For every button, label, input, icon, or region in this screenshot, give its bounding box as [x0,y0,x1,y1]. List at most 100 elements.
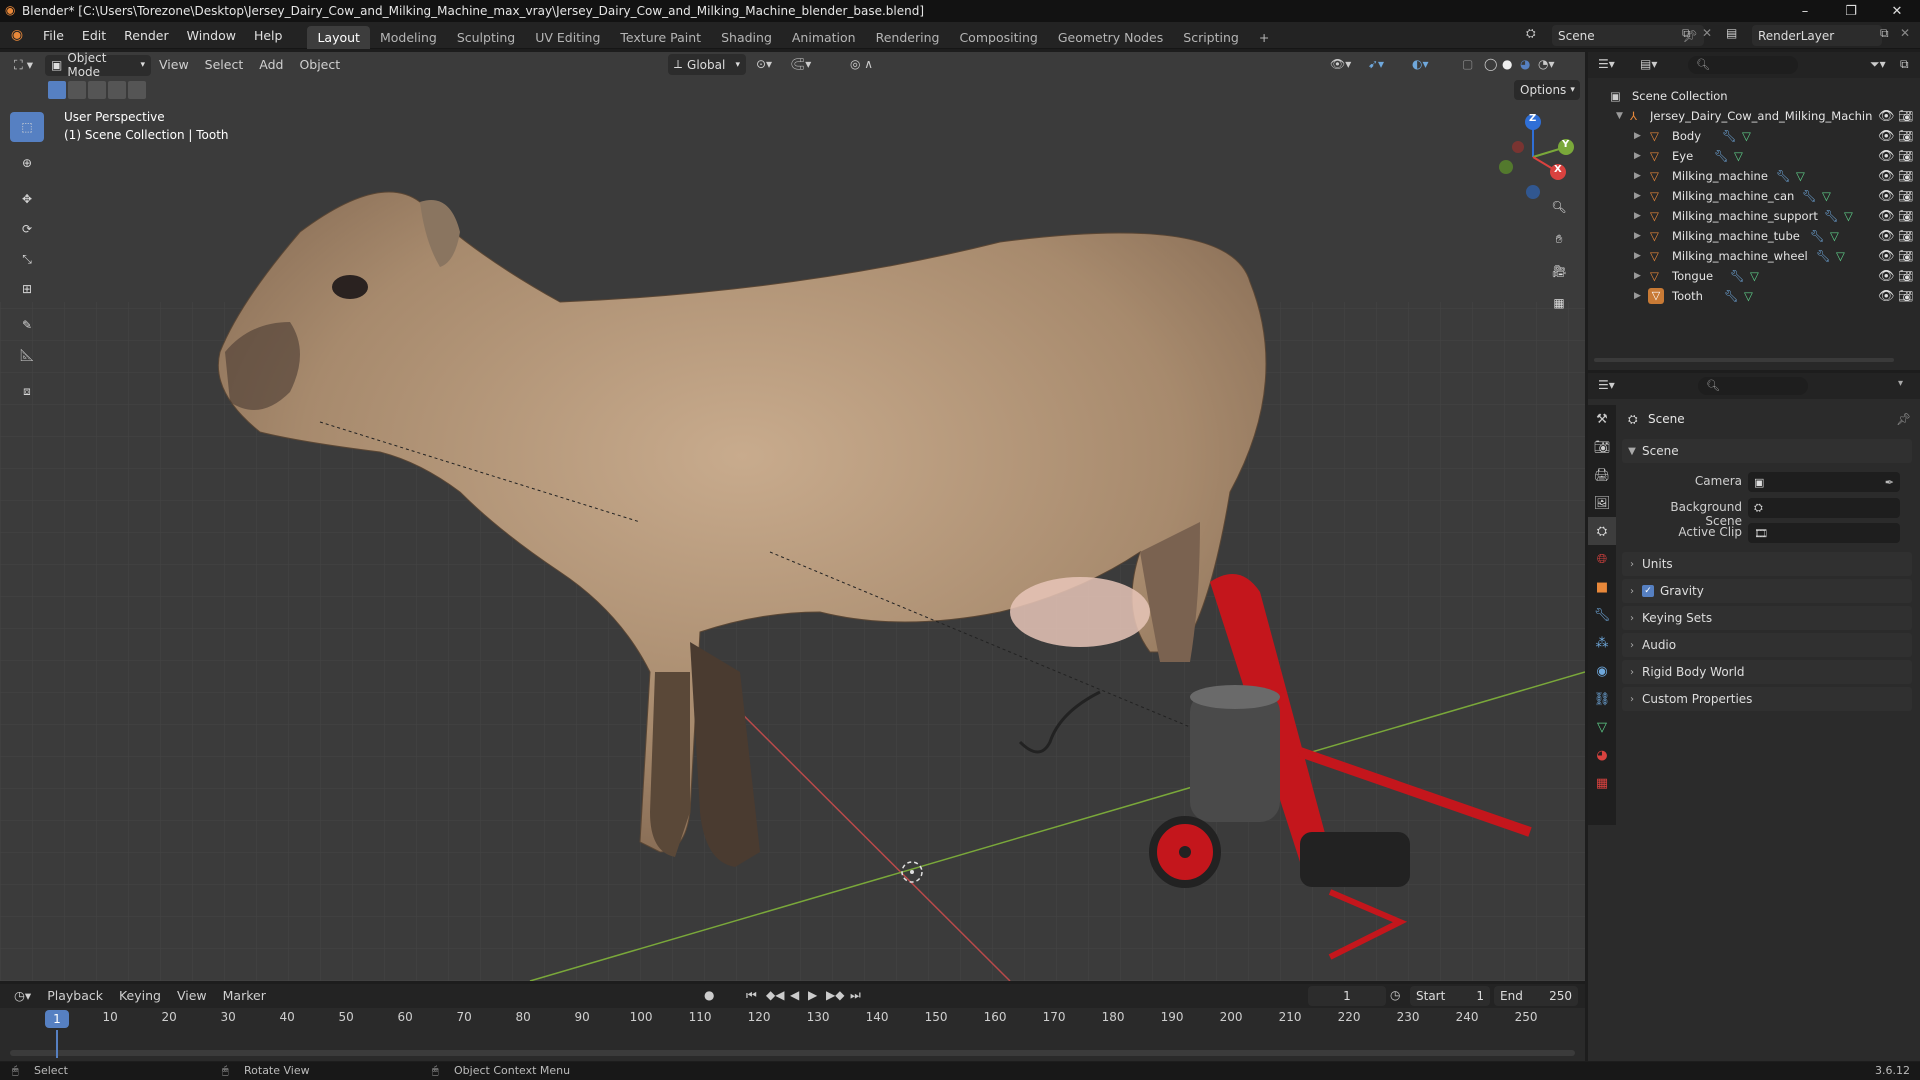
jump-end-icon[interactable]: ⏭ [850,988,861,1003]
menu-render[interactable]: Render [115,22,178,49]
outliner-row-object-active[interactable]: ▶ ▽ Tooth 🔧︎ ▽ 👁︎ 📷︎ [1588,286,1920,306]
tab-particles-icon[interactable]: ⁂ [1588,629,1616,657]
expand-arrow-icon[interactable]: ▶ [1634,151,1641,161]
select-box-tool[interactable]: ⬚ [10,112,44,142]
menu-help[interactable]: Help [245,22,292,49]
modifier-wrench-icon[interactable]: 🔧︎ [1816,249,1831,263]
render-camera-icon[interactable]: 📷︎ [1898,149,1913,163]
visibility-eye-icon[interactable]: 👁︎ [1878,209,1895,224]
expand-arrow-icon[interactable]: ▶ [1634,191,1641,201]
tab-layout[interactable]: Layout [307,25,370,49]
tab-world-icon[interactable]: 🌐︎ [1588,545,1616,573]
visibility-eye-icon[interactable]: 👁︎ [1878,109,1895,124]
material-shading-icon[interactable]: ◕ [1520,57,1530,71]
tab-view-layer-icon[interactable]: 🖼︎ [1588,489,1616,517]
expand-arrow-icon[interactable]: ▶ [1634,251,1641,261]
camera-field[interactable]: ▣ ✒ [1748,472,1900,492]
jump-start-icon[interactable]: ⏮ [746,988,757,1003]
next-keyframe-icon[interactable]: ▶◆ [826,988,844,1002]
scene-selector-icon[interactable]: ⛭ [1526,26,1536,41]
menu-view[interactable]: View [151,53,197,77]
expand-arrow-icon[interactable]: ▶ [1634,231,1641,241]
pan-hand-icon[interactable]: ✋︎ [1546,226,1572,252]
mesh-data-icon[interactable]: ▽ [1734,149,1743,163]
menu-view[interactable]: View [169,984,215,1008]
preview-range-icon[interactable]: ◷ [1390,988,1400,1002]
modifier-wrench-icon[interactable]: 🔧︎ [1810,229,1825,243]
blender-menu-icon[interactable]: ◉ [0,27,34,43]
playhead-frame[interactable]: 1 [45,1010,69,1028]
modifier-wrench-icon[interactable]: 🔧︎ [1724,289,1739,303]
outliner-editor-icon[interactable]: ☰▾ [1598,57,1615,71]
outliner-row-object[interactable]: ▶ ▽ Milking_machine_can 🔧︎ ▽ 👁︎ 📷︎ [1588,186,1920,206]
tab-modifier-icon[interactable]: 🔧︎ [1588,601,1616,629]
annotate-tool[interactable]: ✎ [10,310,44,340]
panel-rigid-body-world-header[interactable]: › Rigid Body World [1622,660,1912,684]
mesh-data-icon[interactable]: ▽ [1844,209,1853,223]
tab-scene-icon[interactable]: ⛭ [1588,517,1616,545]
camera-view-icon[interactable]: 🎥︎ [1546,258,1572,284]
playhead-line[interactable] [56,1030,58,1058]
ortho-grid-icon[interactable]: ▦ [1546,290,1572,316]
mesh-data-icon[interactable]: ▽ [1744,289,1753,303]
visibility-eye-icon[interactable]: 👁︎ [1878,269,1895,284]
tab-shading[interactable]: Shading [711,26,782,49]
outliner-scrollbar[interactable] [1594,358,1894,362]
render-camera-icon[interactable]: 📷︎ [1898,189,1913,203]
menu-keying[interactable]: Keying [111,984,169,1008]
visibility-eye-icon[interactable]: 👁︎ [1878,289,1895,304]
rendered-shading-icon[interactable]: ◔▾ [1538,57,1555,71]
mesh-data-icon[interactable]: ▽ [1836,249,1845,263]
tab-animation[interactable]: Animation [782,26,866,49]
invert-selection-icon[interactable] [108,81,126,99]
properties-editor-icon[interactable]: ☰▾ [1598,378,1615,392]
outliner-search-input[interactable]: 🔍︎ [1688,56,1798,74]
options-dropdown[interactable]: Options ▾ [1514,80,1580,100]
gizmo-toggle-icon[interactable]: ➹▾ [1368,57,1384,71]
outliner-row-object[interactable]: ▶ ▽ Body 🔧︎ ▽ 👁︎ 📷︎ [1588,126,1920,146]
intersect-selection-icon[interactable] [128,81,146,99]
pivot-point-icon[interactable]: ⊙▾ [756,57,772,71]
outliner-row-object[interactable]: ▶ ▽ Tongue 🔧︎ ▽ 👁︎ 📷︎ [1588,266,1920,286]
new-scene-icon[interactable]: ⧉ [1682,26,1691,41]
xray-icon[interactable]: ▢ [1462,57,1473,71]
prev-keyframe-icon[interactable]: ◆◀ [766,988,784,1002]
expand-arrow-icon[interactable]: ▶ [1634,131,1641,141]
outliner-row-object[interactable]: ▶ ▽ Milking_machine 🔧︎ ▽ 👁︎ 📷︎ [1588,166,1920,186]
filter-icon[interactable]: ⏷▾ [1870,57,1886,72]
menu-object[interactable]: Object [291,53,348,77]
visibility-eye-icon[interactable]: 👁︎ [1878,149,1895,164]
chevron-down-icon[interactable]: ▾ [1898,378,1903,389]
overlay-toggle-icon[interactable]: ◐▾ [1412,57,1429,71]
tab-uv-editing[interactable]: UV Editing [525,26,610,49]
wireframe-shading-icon[interactable]: ◯ [1484,57,1497,71]
mesh-data-icon[interactable]: ▽ [1742,129,1751,143]
tab-material-icon[interactable]: ◕ [1588,741,1616,769]
menu-edit[interactable]: Edit [73,22,115,49]
modifier-wrench-icon[interactable]: 🔧︎ [1722,129,1737,143]
tab-output-icon[interactable]: 🖨︎ [1588,461,1616,489]
render-camera-icon[interactable]: 📷︎ [1898,289,1913,303]
outliner-row-object[interactable]: ▶ ▽ Eye 🔧︎ ▽ 👁︎ 📷︎ [1588,146,1920,166]
outliner-row-collection[interactable]: ▼ ⅄ Jersey_Dairy_Cow_and_Milking_Machine… [1588,106,1920,126]
render-camera-icon[interactable]: 📷︎ [1898,169,1913,183]
proportional-edit-icon[interactable]: ◎ ∧ [850,57,873,71]
editor-type-icon[interactable]: ⛶ ▾ [6,53,41,77]
render-camera-icon[interactable]: 📷︎ [1898,109,1913,123]
outliner-row-object[interactable]: ▶ ▽ Milking_machine_tube 🔧︎ ▽ 👁︎ 📷︎ [1588,226,1920,246]
tab-geometry-nodes[interactable]: Geometry Nodes [1048,26,1173,49]
tab-rendering[interactable]: Rendering [866,26,950,49]
tab-data-icon[interactable]: ▽ [1588,713,1616,741]
outliner-row-object[interactable]: ▶ ▽ Milking_machine_wheel 🔧︎ ▽ 👁︎ 📷︎ [1588,246,1920,266]
pin-icon[interactable]: 📌︎ [1896,412,1911,426]
panel-audio-header[interactable]: › Audio [1622,633,1912,657]
transform-orientation-dropdown[interactable]: ⟂ Global ▾ [668,54,746,75]
render-camera-icon[interactable]: 📷︎ [1898,129,1913,143]
render-camera-icon[interactable]: 📷︎ [1898,249,1913,263]
modifier-wrench-icon[interactable]: 🔧︎ [1776,169,1791,183]
panel-custom-properties-header[interactable]: › Custom Properties [1622,687,1912,711]
outliner-row-scene-collection[interactable]: ▣ Scene Collection [1588,86,1920,106]
tab-scripting[interactable]: Scripting [1173,26,1249,49]
rotate-tool[interactable]: ⟳ [10,214,44,244]
expand-arrow-icon[interactable]: ▶ [1634,291,1641,301]
